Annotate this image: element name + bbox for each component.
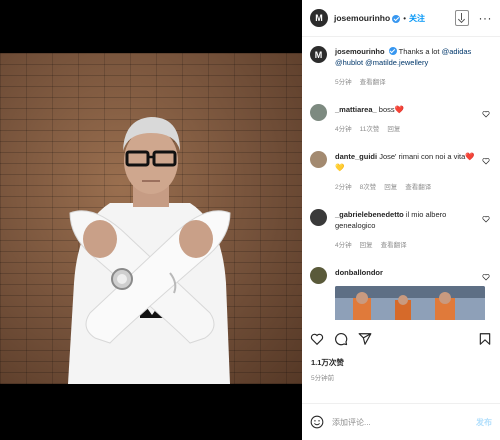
caption-text: josemourinho Thanks a lot @adidas @hublo…	[335, 46, 480, 68]
post-time: 5分钟前	[311, 375, 335, 382]
comment-username[interactable]: _mattiarea_	[335, 105, 377, 114]
heart-icon[interactable]	[482, 157, 490, 165]
heart-icon[interactable]	[482, 273, 490, 281]
commenter-avatar[interactable]	[310, 267, 327, 284]
post-modal: M josemourinho • 关注 ··· M josemourinho T…	[0, 0, 500, 440]
caption-body: Thanks a lot	[398, 47, 442, 56]
caption-username[interactable]: josemourinho	[335, 47, 385, 56]
author-avatar[interactable]: M	[310, 46, 327, 63]
reply-button[interactable]: 回复	[384, 181, 397, 191]
mention-link[interactable]: @hublot	[335, 58, 363, 67]
see-translation-button[interactable]: 查看翻译	[405, 181, 431, 191]
heart-icon[interactable]	[310, 332, 324, 346]
media-area	[0, 0, 302, 440]
comment-username[interactable]: _gabrielebenedetto	[335, 210, 404, 219]
share-icon[interactable]	[358, 332, 372, 346]
reply-button[interactable]: 回复	[387, 123, 400, 133]
comment-time: 4分钟	[335, 126, 352, 133]
comment-input[interactable]	[332, 417, 462, 427]
see-translation-button[interactable]: 查看翻译	[360, 76, 386, 86]
follow-button[interactable]: 关注	[409, 13, 425, 24]
separator-dot: •	[403, 13, 407, 23]
commenter-avatar[interactable]	[310, 209, 327, 226]
emoji-icon[interactable]	[310, 415, 324, 429]
comment-likes[interactable]: 8次赞	[360, 181, 377, 191]
action-bar	[310, 329, 492, 349]
comment-row: _mattiarea_ boss❤️ 4分钟 11次赞 回复	[302, 104, 500, 133]
mention-link[interactable]: @matilde.jewellery	[365, 58, 428, 67]
verified-badge-icon	[388, 47, 397, 55]
heart-icon[interactable]	[482, 110, 490, 118]
comments-panel: M josemourinho • 关注 ··· M josemourinho T…	[302, 0, 500, 440]
comment-photo-content	[335, 286, 485, 320]
download-icon[interactable]	[454, 10, 469, 26]
caption-row: M josemourinho Thanks a lot @adidas @hub…	[302, 46, 500, 86]
comment-text: _mattiarea_ boss❤️	[335, 104, 480, 115]
comment-text: donballondor	[335, 267, 480, 278]
comment-text: dante_guidi Jose' rimani con noi a vita❤…	[335, 151, 480, 173]
comment-body: boss	[378, 105, 395, 114]
post-header: M josemourinho • 关注 ···	[302, 0, 500, 37]
reply-button[interactable]: 回复	[360, 239, 373, 249]
comment-icon[interactable]	[334, 332, 348, 346]
mention-link[interactable]: @adidas	[442, 47, 472, 56]
comment-photo[interactable]	[335, 286, 485, 320]
see-translation-button[interactable]: 查看翻译	[381, 239, 407, 249]
more-options-button[interactable]: ···	[479, 11, 493, 25]
person-figure	[68, 117, 231, 384]
comment-row: donballondor	[302, 267, 500, 320]
add-comment-bar: 发布	[302, 403, 500, 440]
bookmark-icon[interactable]	[478, 332, 492, 346]
comment-time: 2分钟	[335, 184, 352, 191]
caption-time: 5分钟	[335, 79, 352, 86]
comment-username[interactable]: dante_guidi	[335, 152, 377, 161]
comment-time: 4分钟	[335, 242, 352, 249]
post-comment-button[interactable]: 发布	[476, 417, 492, 428]
comment-body: Jose' rimani con noi a vita	[379, 152, 466, 161]
commenter-avatar[interactable]	[310, 151, 327, 168]
commenter-avatar[interactable]	[310, 104, 327, 121]
author-username[interactable]: josemourinho	[334, 13, 390, 23]
heart-icon[interactable]	[482, 215, 490, 223]
verified-badge-icon	[392, 15, 401, 23]
comment-text: _gabrielebenedetto il mio albero genealo…	[335, 209, 480, 231]
comment-username[interactable]: donballondor	[335, 268, 383, 277]
comment-row: _gabrielebenedetto il mio albero genealo…	[302, 209, 500, 249]
comment-likes[interactable]: 11次赞	[360, 123, 380, 133]
post-photo[interactable]	[0, 53, 302, 384]
likes-count[interactable]: 1.1万次赞	[311, 357, 344, 368]
comment-emoji: ❤️	[394, 105, 404, 114]
author-avatar[interactable]: M	[310, 9, 328, 27]
comments-list: M josemourinho Thanks a lot @adidas @hub…	[302, 44, 500, 320]
comment-row: dante_guidi Jose' rimani con noi a vita❤…	[302, 151, 500, 191]
